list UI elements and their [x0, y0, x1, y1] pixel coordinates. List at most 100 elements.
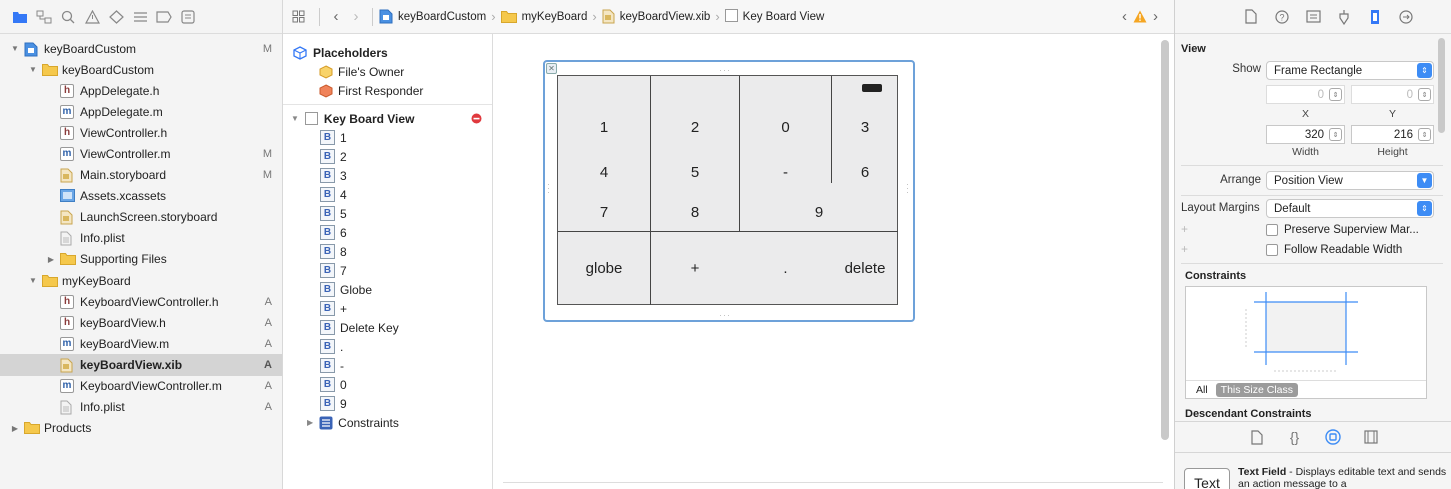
- outline-button-item[interactable]: B8: [283, 242, 492, 261]
- tree-item[interactable]: Main.storyboard M: [0, 165, 282, 186]
- stepper-icon[interactable]: ⇕: [1329, 88, 1342, 101]
- y-field[interactable]: 0 ⇕: [1351, 85, 1434, 104]
- outline-button-item[interactable]: B1: [283, 128, 492, 147]
- preserve-superview-margins-checkbox[interactable]: Preserve Superview Mar...: [1266, 224, 1419, 236]
- follow-readable-width-checkbox[interactable]: Follow Readable Width: [1266, 244, 1402, 256]
- add-icon[interactable]: +: [1181, 242, 1188, 256]
- add-icon[interactable]: +: [1181, 222, 1188, 236]
- outline-button-item[interactable]: B2: [283, 147, 492, 166]
- breadcrumb-item[interactable]: keyBoardCustom: [379, 9, 486, 24]
- close-icon[interactable]: ✕: [546, 63, 557, 74]
- tree-item[interactable]: m AppDelegate.m: [0, 101, 282, 122]
- tree-item[interactable]: ▼ myKeyBoard: [0, 270, 282, 291]
- all-size-classes-button[interactable]: All: [1196, 384, 1208, 396]
- resize-handle-top[interactable]: ···: [719, 65, 731, 75]
- inspector-scrollbar[interactable]: [1438, 38, 1445, 133]
- stepper-icon[interactable]: ⇕: [1418, 128, 1431, 141]
- prev-issue-icon[interactable]: ‹: [1122, 8, 1127, 25]
- error-icon[interactable]: [471, 113, 482, 124]
- identity-inspector-icon[interactable]: [1301, 5, 1325, 29]
- tree-item[interactable]: m keyBoardView.m A: [0, 333, 282, 354]
- outline-files-owner[interactable]: File's Owner: [283, 62, 492, 81]
- arrange-popup[interactable]: Position View ▼: [1266, 171, 1434, 190]
- resize-handle-bottom[interactable]: ···: [719, 310, 731, 320]
- outline-constraints[interactable]: ▶ Constraints: [283, 413, 492, 432]
- disclosure-closed-icon[interactable]: ▶: [46, 255, 56, 264]
- code-snippet-icon[interactable]: {}: [1284, 426, 1306, 448]
- outline-button-item[interactable]: B Delete Key: [283, 318, 492, 337]
- keyboard-key[interactable]: 0: [740, 106, 831, 148]
- keyboard-key[interactable]: .: [740, 246, 831, 291]
- tree-item[interactable]: Info.plist: [0, 228, 282, 249]
- library-item-text-field[interactable]: Text Text Field - Displays editable text…: [1175, 458, 1451, 489]
- tree-item[interactable]: h KeyboardViewController.h A: [0, 291, 282, 312]
- tree-item[interactable]: Info.plist A: [0, 397, 282, 418]
- disclosure-closed-icon[interactable]: ▶: [10, 424, 20, 433]
- outline-root-view[interactable]: ▼ Key Board View: [283, 109, 492, 128]
- keyboard-key[interactable]: 3: [832, 106, 898, 148]
- canvas-horizontal-scrollbar[interactable]: [503, 482, 1163, 483]
- outline-button-item[interactable]: B7: [283, 261, 492, 280]
- outline-button-item[interactable]: B3: [283, 166, 492, 185]
- keyboard-key[interactable]: -: [740, 151, 831, 193]
- tree-item[interactable]: h AppDelegate.h: [0, 80, 282, 101]
- file-inspector-icon[interactable]: [1239, 5, 1263, 29]
- tree-item[interactable]: keyBoardView.xib A: [0, 354, 282, 376]
- outline-button-item[interactable]: B9: [283, 394, 492, 413]
- layout-margins-popup[interactable]: Default ⇕: [1266, 199, 1434, 218]
- keyboard-key[interactable]: 6: [832, 151, 898, 193]
- disclosure-open-icon[interactable]: ▼: [291, 114, 299, 123]
- next-issue-icon[interactable]: ›: [1153, 8, 1158, 25]
- width-field[interactable]: 320 ⇕: [1266, 125, 1345, 144]
- outline-first-responder[interactable]: First Responder: [283, 81, 492, 100]
- source-control-icon[interactable]: [32, 5, 56, 29]
- forward-icon[interactable]: ›: [346, 8, 366, 25]
- keyboard-key[interactable]: 2: [651, 106, 739, 148]
- show-popup[interactable]: Frame Rectangle ⇕: [1266, 61, 1434, 80]
- tree-item[interactable]: ▼ keyBoardCustom M: [0, 38, 282, 59]
- back-icon[interactable]: ‹: [326, 8, 346, 25]
- breadcrumb-item[interactable]: Key Board View: [724, 8, 824, 25]
- stepper-icon[interactable]: ⇕: [1418, 88, 1431, 101]
- connections-inspector-icon[interactable]: [1394, 5, 1418, 29]
- keyboard-key[interactable]: 7: [558, 193, 650, 231]
- report-icon[interactable]: [176, 5, 200, 29]
- warning-icon[interactable]: [80, 5, 104, 29]
- breakpoint-icon[interactable]: [104, 5, 128, 29]
- attributes-inspector-icon[interactable]: [1332, 5, 1356, 29]
- breadcrumb-item[interactable]: keyBoardView.xib: [602, 9, 710, 24]
- tree-item[interactable]: LaunchScreen.storyboard: [0, 207, 282, 228]
- this-size-class-button[interactable]: This Size Class: [1215, 382, 1299, 397]
- outline-button-item[interactable]: B-: [283, 356, 492, 375]
- outline-button-item[interactable]: B0: [283, 375, 492, 394]
- outline-button-item[interactable]: B6: [283, 223, 492, 242]
- keyboard-key[interactable]: 4: [558, 151, 650, 193]
- folder-icon[interactable]: [8, 5, 32, 29]
- outline-button-item[interactable]: B4: [283, 185, 492, 204]
- disclosure-closed-icon[interactable]: ▶: [307, 418, 313, 427]
- tree-item[interactable]: ▼ keyBoardCustom: [0, 59, 282, 80]
- tree-item[interactable]: Assets.xcassets: [0, 186, 282, 207]
- tree-item[interactable]: ▶ Supporting Files: [0, 249, 282, 270]
- tests-icon[interactable]: [128, 5, 152, 29]
- tree-item[interactable]: m KeyboardViewController.m A: [0, 376, 282, 397]
- outline-button-item[interactable]: B +: [283, 299, 492, 318]
- tree-item[interactable]: m ViewController.m M: [0, 143, 282, 164]
- related-items-icon[interactable]: [283, 10, 313, 23]
- disclosure-open-icon[interactable]: ▼: [28, 276, 38, 285]
- tree-item[interactable]: ▶ Products: [0, 418, 282, 439]
- keyboard-key[interactable]: 9: [740, 193, 898, 231]
- resize-handle-left[interactable]: · · ·: [547, 180, 550, 197]
- resize-handle-right[interactable]: · · ·: [906, 180, 909, 197]
- x-field[interactable]: 0 ⇕: [1266, 85, 1345, 104]
- help-icon[interactable]: ?: [1270, 5, 1294, 29]
- keyboard-key[interactable]: 1: [558, 106, 650, 148]
- outline-button-item[interactable]: B5: [283, 204, 492, 223]
- tree-item[interactable]: h keyBoardView.h A: [0, 312, 282, 333]
- disclosure-open-icon[interactable]: ▼: [10, 44, 20, 53]
- stepper-icon[interactable]: ⇕: [1329, 128, 1342, 141]
- disclosure-open-icon[interactable]: ▼: [28, 65, 38, 74]
- debug-icon[interactable]: [152, 5, 176, 29]
- keyboard-key[interactable]: +: [651, 246, 739, 291]
- warning-icon[interactable]: [1133, 10, 1147, 23]
